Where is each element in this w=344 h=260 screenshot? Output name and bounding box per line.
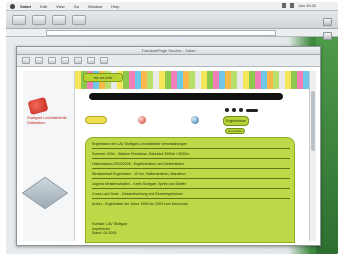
app-window: TranslatePage Service - Safari Stuttgart… bbox=[16, 46, 321, 246]
tool-forward-icon[interactable] bbox=[35, 57, 43, 64]
red-logo-icon[interactable] bbox=[27, 96, 49, 116]
tool-stop-icon[interactable] bbox=[48, 57, 56, 64]
content-panel: Ergebnisse der LAV Stuttgart Leichtathle… bbox=[85, 137, 295, 243]
back-button[interactable] bbox=[12, 14, 26, 25]
menu-help[interactable]: Help bbox=[111, 4, 119, 9]
panel-line[interactable]: Sommer 2004 - Stadion Festwiese, Bahnlau… bbox=[92, 152, 189, 156]
panel-line[interactable]: Hallensaison 2004/2005 - Ergebnislisten … bbox=[92, 162, 184, 166]
menubar-status: Jan 10:32 bbox=[282, 3, 316, 8]
tool-back-icon[interactable] bbox=[22, 57, 30, 64]
volume-icon[interactable] bbox=[282, 3, 287, 8]
menu-view[interactable]: View bbox=[56, 4, 65, 9]
panel-footer: Kontakt: LAV Stuttgart Impressum Stand: … bbox=[92, 222, 127, 236]
nav-dot[interactable] bbox=[225, 108, 229, 112]
menubar-clock[interactable]: Jan 10:32 bbox=[298, 3, 316, 8]
address-field[interactable] bbox=[46, 30, 276, 36]
desktop-icons bbox=[323, 18, 332, 40]
left-pane-label[interactable]: Stuttgart Leichtathletik Statistiken bbox=[27, 115, 71, 125]
nav-dots bbox=[225, 108, 258, 112]
diamond-graphic bbox=[21, 176, 69, 210]
menu-edit[interactable]: Edit bbox=[40, 4, 47, 9]
web-page: ba-ws.info Ergebnisse zum Archiv Ergebni… bbox=[75, 71, 311, 243]
nav-dot[interactable] bbox=[239, 108, 243, 112]
vertical-scrollbar[interactable] bbox=[309, 71, 316, 241]
panel-line[interactable]: Ergebnisse der LAV Stuttgart Leichtathle… bbox=[92, 142, 187, 146]
black-nav-bar bbox=[89, 93, 283, 100]
hard-drive-icon[interactable] bbox=[323, 18, 332, 26]
panel-divider bbox=[92, 148, 290, 149]
address-row bbox=[6, 29, 338, 37]
panel-line[interactable]: Archiv - Ergebnisse der Jahre 1998 bis 2… bbox=[92, 202, 188, 206]
forward-button[interactable] bbox=[32, 14, 46, 25]
tool-home-icon[interactable] bbox=[74, 57, 82, 64]
panel-line[interactable]: Strassenlauf Ergebnisse - 10 km, Halbmar… bbox=[92, 172, 186, 176]
panel-divider bbox=[92, 168, 290, 169]
nav-dot[interactable] bbox=[232, 108, 236, 112]
left-pane: Stuttgart Leichtathletik Statistiken bbox=[21, 71, 75, 241]
home-button[interactable] bbox=[72, 14, 86, 25]
tool-bookmark-icon[interactable] bbox=[87, 57, 95, 64]
yellow-badge[interactable] bbox=[85, 116, 107, 124]
browser-toolbar bbox=[6, 11, 338, 29]
menu-app[interactable]: Safari bbox=[20, 4, 31, 9]
screen: Safari Edit View Go Window Help Jan 10:3… bbox=[6, 2, 338, 254]
window-title: TranslatePage Service - Safari bbox=[17, 47, 320, 55]
menu-go[interactable]: Go bbox=[74, 4, 79, 9]
panel-divider bbox=[92, 158, 290, 159]
folder-icon[interactable] bbox=[323, 32, 332, 40]
red-globe-icon[interactable] bbox=[138, 116, 146, 124]
reload-button[interactable] bbox=[52, 14, 66, 25]
footer-line: Stand: 04.2005 bbox=[92, 231, 117, 236]
tool-print-icon[interactable] bbox=[100, 57, 108, 64]
panel-divider bbox=[92, 178, 290, 179]
apple-menu-icon[interactable] bbox=[10, 3, 15, 9]
site-brand[interactable]: ba-ws.info bbox=[83, 73, 123, 82]
window-toolbar bbox=[17, 55, 320, 67]
panel-line[interactable]: Cross Lauf Serie - Gesamtwertung und Ein… bbox=[92, 192, 183, 196]
results-button[interactable]: Ergebnisse bbox=[223, 116, 249, 126]
menu-window[interactable]: Window bbox=[88, 4, 102, 9]
archive-button[interactable]: zum Archiv bbox=[225, 128, 245, 134]
panel-divider bbox=[92, 188, 290, 189]
colorful-header: ba-ws.info bbox=[75, 71, 311, 89]
scroll-thumb[interactable] bbox=[311, 91, 315, 151]
panel-line[interactable]: Jugend Meisterschaften - Kreis Stuttgart… bbox=[92, 182, 186, 186]
battery-icon[interactable] bbox=[290, 3, 295, 8]
os-menubar: Safari Edit View Go Window Help Jan 10:3… bbox=[6, 2, 338, 11]
tool-refresh-icon[interactable] bbox=[61, 57, 69, 64]
nav-bar-pill[interactable] bbox=[246, 108, 258, 112]
blue-globe-icon[interactable] bbox=[191, 116, 199, 124]
panel-divider bbox=[92, 198, 290, 199]
